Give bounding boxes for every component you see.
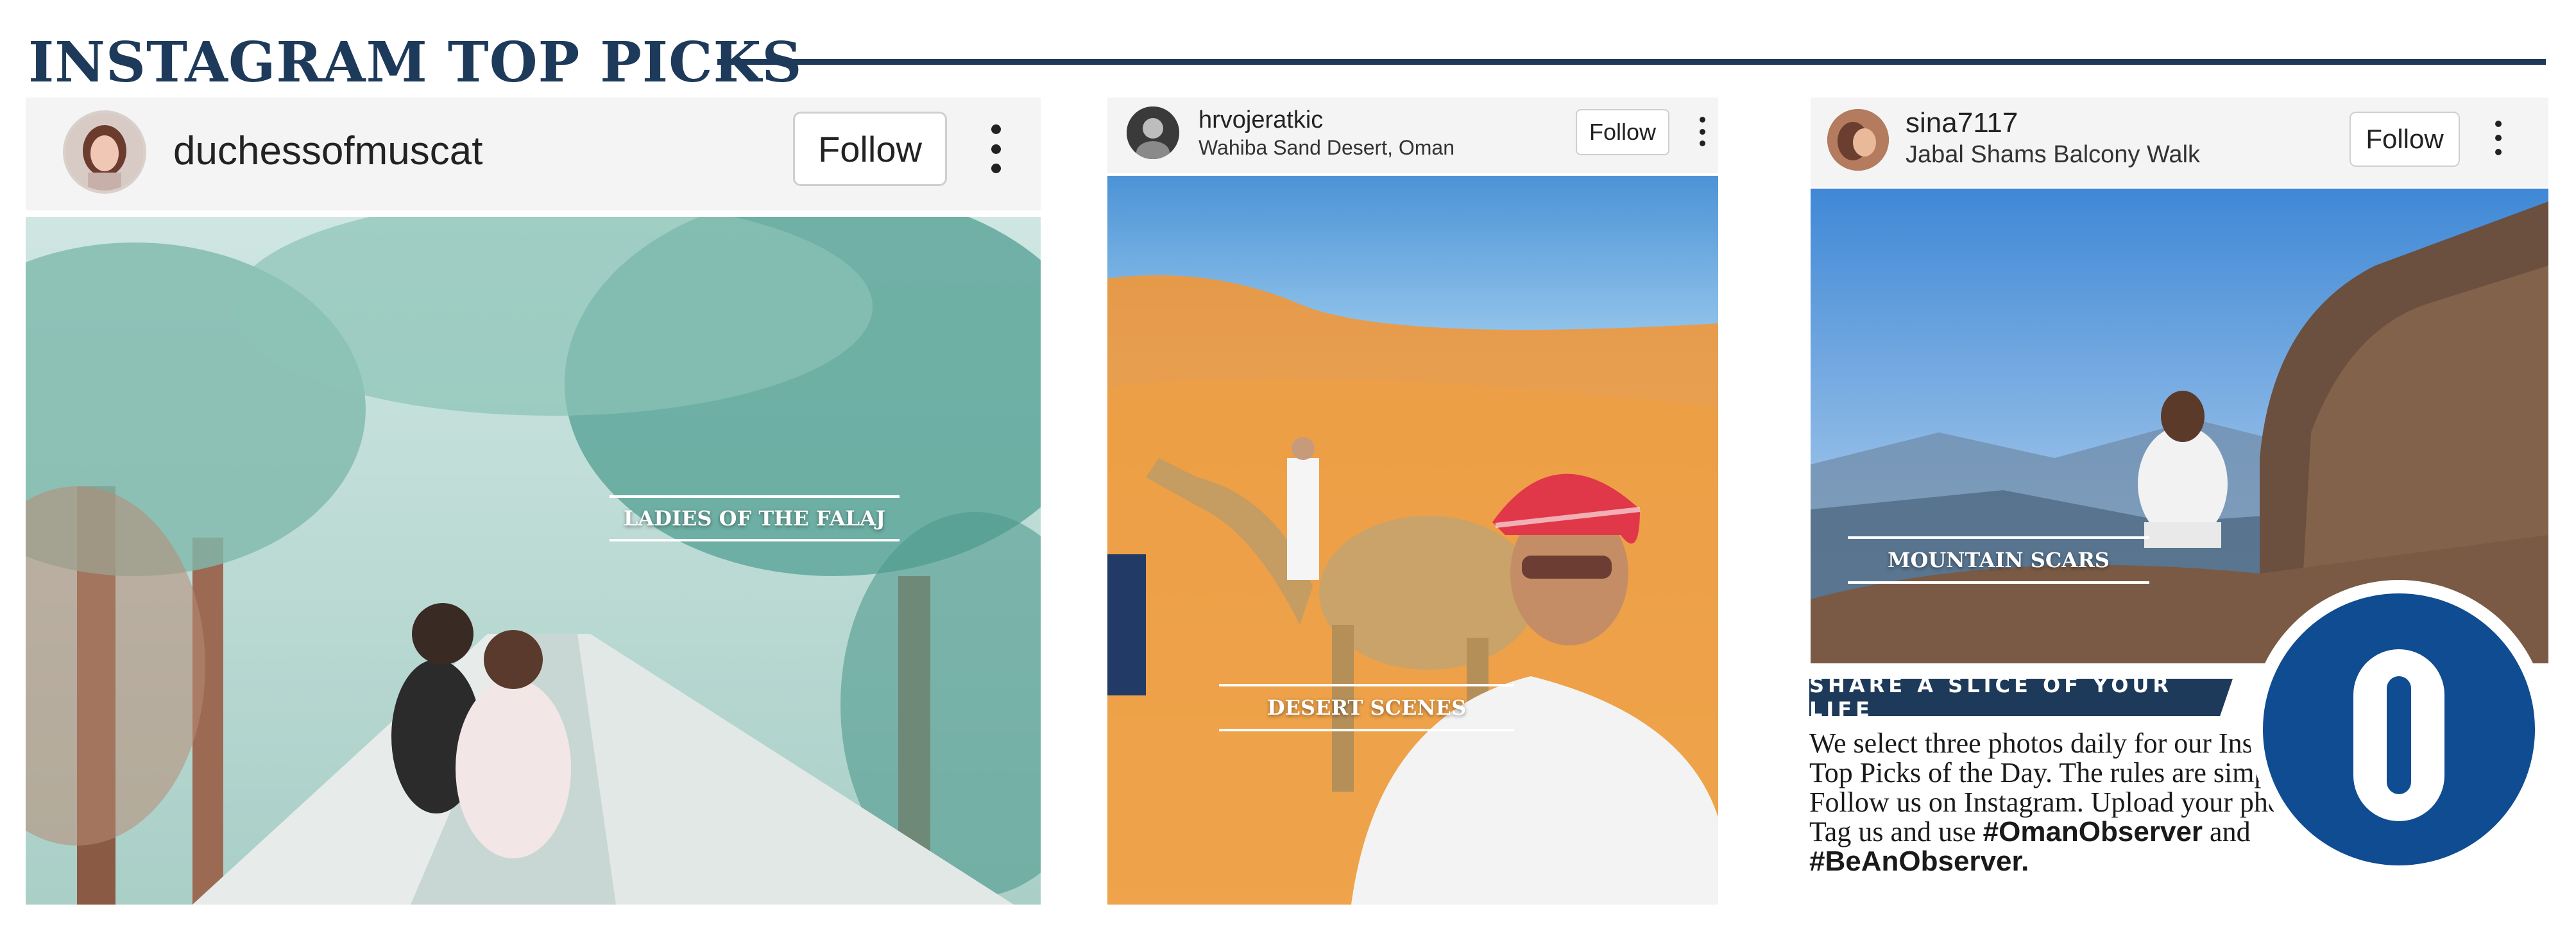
follow-button-2[interactable]: Follow bbox=[1576, 109, 1669, 155]
username-2[interactable]: hrvojeratkic bbox=[1198, 105, 1323, 135]
follow-button-3[interactable]: Follow bbox=[2350, 112, 2460, 167]
avatar-2[interactable] bbox=[1127, 106, 1179, 159]
more-vertical-icon-1[interactable] bbox=[988, 124, 1003, 173]
post-header-1: duchessofmuscat Follow bbox=[26, 98, 1041, 210]
avatar-1-image bbox=[66, 114, 143, 191]
masthead-rule bbox=[717, 59, 2546, 65]
hashtag-oman-observer[interactable]: #OmanObserver bbox=[1983, 816, 2203, 847]
falaj-photo-image bbox=[26, 217, 1041, 905]
follow-button-1[interactable]: Follow bbox=[793, 112, 947, 186]
avatar-3[interactable] bbox=[1827, 109, 1889, 171]
location-3[interactable]: Jabal Shams Balcony Walk bbox=[1906, 140, 2200, 169]
post-header-3: sina7117 Jabal Shams Balcony Walk Follow bbox=[1811, 98, 2548, 187]
avatar-3-image bbox=[1827, 109, 1889, 171]
oman-observer-logo bbox=[2249, 580, 2548, 879]
username-3[interactable]: sina7117 bbox=[1906, 106, 2018, 140]
masthead-title: INSTAGRAM TOP PICKS bbox=[28, 30, 803, 95]
avatar-2-image bbox=[1127, 106, 1179, 159]
caption-2: DESERT SCENES bbox=[1219, 684, 1514, 731]
promo-banner: SHARE A SLICE OF YOUR LIFE bbox=[1809, 679, 2233, 716]
logo-mark bbox=[2263, 593, 2535, 865]
hashtag-be-an-observer[interactable]: #BeAnObserver. bbox=[1809, 846, 2029, 877]
location-2[interactable]: Wahiba Sand Desert, Oman bbox=[1198, 135, 1454, 160]
post-photo-2 bbox=[1107, 176, 1718, 905]
post-photo-1 bbox=[26, 217, 1041, 905]
avatar-1[interactable] bbox=[63, 110, 146, 194]
post-header-2: hrvojeratkic Wahiba Sand Desert, Oman Fo… bbox=[1107, 98, 1718, 173]
caption-1: LADIES OF THE FALAJ bbox=[610, 495, 900, 541]
username-1[interactable]: duchessofmuscat bbox=[173, 126, 482, 177]
more-vertical-icon-2[interactable] bbox=[1698, 117, 1707, 146]
caption-3: MOUNTAIN SCARS bbox=[1848, 536, 2149, 584]
more-vertical-icon-3[interactable] bbox=[2493, 121, 2503, 155]
promo-and-word: and bbox=[2210, 816, 2251, 847]
desert-photo-image bbox=[1107, 176, 1718, 905]
